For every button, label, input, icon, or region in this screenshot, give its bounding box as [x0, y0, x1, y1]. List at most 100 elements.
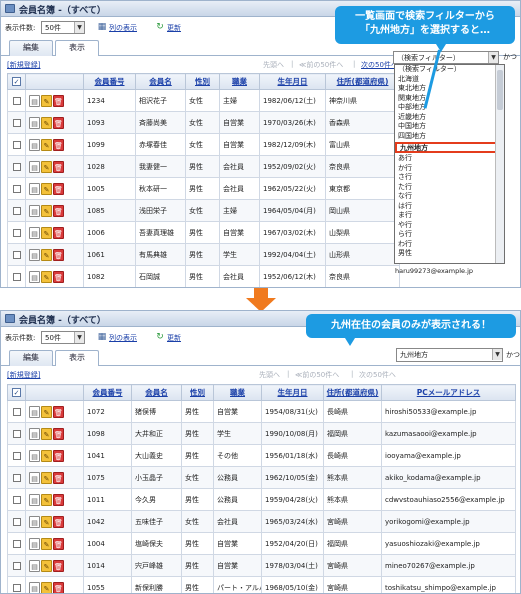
table-row[interactable]: ▤ ✎ 🗑 1014 宍戸峰雄 男性 自営業 1978/03/04(土) 宮崎県 mineo702… — [7, 554, 516, 577]
edit-icon[interactable]: ✎ — [41, 537, 52, 550]
edit-icon[interactable]: ✎ — [41, 449, 52, 462]
table-row[interactable]: ▤ ✎ 🗑 1072 猪俣博 男性 自営業 1954/08/31(火) 長崎県 hiroshi50… — [7, 400, 516, 423]
refresh-link[interactable]: 更新 — [167, 333, 181, 343]
delete-icon[interactable]: 🗑 — [53, 226, 64, 239]
check-icon[interactable]: ✓ — [12, 388, 21, 397]
document-icon[interactable]: ▤ — [29, 226, 40, 239]
col-header-gender[interactable]: 性別 — [185, 73, 220, 90]
document-icon[interactable]: ▤ — [29, 493, 40, 506]
dropdown-item-selected[interactable]: 九州地方 — [395, 142, 504, 153]
dropdown-item[interactable]: ら行 — [395, 230, 504, 240]
row-checkbox[interactable] — [12, 228, 21, 237]
new-register-link[interactable]: [新規登録] — [7, 60, 40, 70]
dropdown-item[interactable]: 男性 — [395, 249, 504, 259]
edit-icon[interactable]: ✎ — [41, 204, 52, 217]
dropdown-item[interactable]: た行 — [395, 183, 504, 193]
row-checkbox[interactable] — [12, 583, 21, 592]
dropdown-item[interactable]: わ行 — [395, 240, 504, 250]
col-header-job[interactable]: 職業 — [219, 73, 260, 90]
delete-icon[interactable]: 🗑 — [53, 160, 64, 173]
edit-icon[interactable]: ✎ — [41, 138, 52, 151]
select-all-header[interactable]: ✓ — [7, 73, 26, 90]
row-checkbox[interactable] — [12, 250, 21, 259]
table-row[interactable]: ▤ ✎ 🗑 1082 石岡誠 男性 会社員 1952/06/12(木) 奈良県 — [7, 265, 400, 287]
document-icon[interactable]: ▤ — [29, 515, 40, 528]
table-row[interactable]: ▤ ✎ 🗑 1004 塩崎保夫 男性 自営業 1952/04/20(日) 福岡県 yasuoshi… — [7, 532, 516, 555]
col-header-name[interactable]: 会員名 — [131, 384, 182, 401]
scrollbar-thumb[interactable] — [497, 70, 503, 110]
dropdown-item[interactable]: 関東地方 — [395, 94, 504, 104]
delete-icon[interactable]: 🗑 — [53, 138, 64, 151]
document-icon[interactable]: ▤ — [29, 182, 40, 195]
row-checkbox[interactable] — [12, 473, 21, 482]
delete-icon[interactable]: 🗑 — [53, 270, 64, 283]
document-icon[interactable]: ▤ — [29, 559, 40, 572]
document-icon[interactable]: ▤ — [29, 160, 40, 173]
document-icon[interactable]: ▤ — [29, 449, 40, 462]
row-checkbox[interactable] — [12, 561, 21, 570]
tab-view[interactable]: 表示 — [55, 40, 99, 56]
col-header-birth[interactable]: 生年月日 — [261, 384, 324, 401]
table-row[interactable]: ▤✎🗑1055新保利勝男性パート・アルバイト1968/05/10(金)宮崎県to… — [7, 576, 516, 593]
table-row[interactable]: ▤ ✎ 🗑 1041 大山義史 男性 その他 1956/01/18(水) 長崎県 iooyama@… — [7, 444, 516, 467]
row-checkbox[interactable] — [12, 96, 21, 105]
dropdown-item[interactable]: な行 — [395, 192, 504, 202]
table-row[interactable]: ▤ ✎ 🗑 1099 赤塚春佳 女性 自営業 1982/12/09(木) 富山県 — [7, 133, 400, 156]
search-filter-select[interactable]: 九州地方 ▼ — [396, 348, 503, 362]
dropdown-item[interactable]: ま行 — [395, 211, 504, 221]
document-icon[interactable]: ▤ — [29, 471, 40, 484]
dropdown-item[interactable]: 中国地方 — [395, 122, 504, 132]
dropdown-item[interactable]: 近畿地方 — [395, 113, 504, 123]
col-header-id[interactable]: 会員番号 — [83, 384, 132, 401]
edit-icon[interactable]: ✎ — [41, 226, 52, 239]
table-row[interactable]: ▤ ✎ 🗑 1028 我妻健一 男性 会社員 1952/09/02(火) 奈良県 — [7, 155, 400, 178]
edit-icon[interactable]: ✎ — [41, 94, 52, 107]
delete-icon[interactable]: 🗑 — [53, 537, 64, 550]
row-checkbox[interactable] — [12, 429, 21, 438]
row-checkbox[interactable] — [12, 206, 21, 215]
row-checkbox[interactable] — [12, 495, 21, 504]
delete-icon[interactable]: 🗑 — [53, 427, 64, 440]
search-filter-dropdown[interactable]: （検索フィルター） 北海道 東北地方 関東地方 中部地方 近畿地方 中国地方 四国地方 九州地方… — [394, 64, 505, 264]
edit-icon[interactable]: ✎ — [41, 427, 52, 440]
delete-icon[interactable]: 🗑 — [53, 559, 64, 572]
tab-view[interactable]: 表示 — [55, 350, 99, 366]
row-checkbox[interactable] — [12, 162, 21, 171]
edit-icon[interactable]: ✎ — [41, 270, 52, 283]
document-icon[interactable]: ▤ — [29, 581, 40, 593]
table-row[interactable]: ▤ ✎ 🗑 1234 相沢花子 女性 主婦 1982/06/12(土) 神奈川県 — [7, 89, 400, 112]
delete-icon[interactable]: 🗑 — [53, 405, 64, 418]
edit-icon[interactable]: ✎ — [41, 116, 52, 129]
dropdown-item[interactable]: 四国地方 — [395, 132, 504, 142]
table-row[interactable]: ▤ ✎ 🗑 1098 大井和正 男性 学生 1990/10/08(月) 福岡県 kazumasao… — [7, 422, 516, 445]
document-icon[interactable]: ▤ — [29, 537, 40, 550]
dropdown-item[interactable]: （検索フィルター） — [395, 65, 504, 75]
col-header-pref[interactable]: 住所(都道府県) — [325, 73, 400, 90]
document-icon[interactable]: ▤ — [29, 427, 40, 440]
edit-icon[interactable]: ✎ — [41, 581, 52, 593]
document-icon[interactable]: ▤ — [29, 270, 40, 283]
delete-icon[interactable]: 🗑 — [53, 449, 64, 462]
row-checkbox[interactable] — [12, 517, 21, 526]
delete-icon[interactable]: 🗑 — [53, 248, 64, 261]
delete-icon[interactable]: 🗑 — [53, 204, 64, 217]
table-row[interactable]: ▤ ✎ 🗑 1042 五味佳子 女性 会社員 1965/03/24(水) 宮崎県 yorikogo… — [7, 510, 516, 533]
row-checkbox[interactable] — [12, 184, 21, 193]
document-icon[interactable]: ▤ — [29, 248, 40, 261]
col-header-id[interactable]: 会員番号 — [83, 73, 136, 90]
columns-link[interactable]: 列の表示 — [109, 23, 137, 33]
delete-icon[interactable]: 🗑 — [53, 116, 64, 129]
edit-icon[interactable]: ✎ — [41, 515, 52, 528]
edit-icon[interactable]: ✎ — [41, 182, 52, 195]
col-header-pref[interactable]: 住所(都道府県) — [323, 384, 382, 401]
delete-icon[interactable]: 🗑 — [53, 471, 64, 484]
dropdown-item[interactable]: は行 — [395, 202, 504, 212]
dropdown-item[interactable]: 東北地方 — [395, 84, 504, 94]
edit-icon[interactable]: ✎ — [41, 493, 52, 506]
new-register-link[interactable]: [新規登録] — [7, 370, 40, 380]
scrollbar[interactable] — [495, 65, 504, 263]
row-checkbox[interactable] — [12, 451, 21, 460]
delete-icon[interactable]: 🗑 — [53, 182, 64, 195]
col-header-email[interactable]: PCメールアドレス — [381, 384, 516, 401]
dropdown-item[interactable]: あ行 — [395, 154, 504, 164]
